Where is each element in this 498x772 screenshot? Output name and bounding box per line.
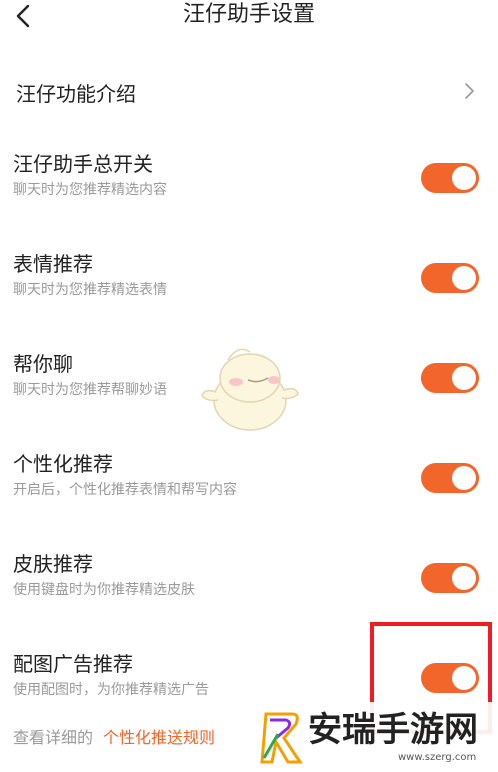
- setting-description: 聊天时为您推荐帮聊妙语: [13, 382, 167, 398]
- toggle-knob: [452, 466, 476, 490]
- footer-prefix: 查看详细的: [13, 728, 94, 747]
- personalized-rules-link[interactable]: 个性化推送规则: [103, 728, 215, 747]
- setting-description: 使用配图时，为你推荐精选广告: [13, 682, 209, 698]
- setting-row-skin-recommend: 皮肤推荐 使用键盘时为你推荐精选皮肤: [0, 550, 498, 610]
- setting-description: 开启后，个性化推荐表情和帮写内容: [13, 482, 237, 498]
- toggle-knob: [452, 266, 476, 290]
- watermark-text: 安瑞手游网: [308, 710, 478, 750]
- intro-label: 汪仔功能介绍: [16, 82, 136, 106]
- setting-description: 聊天时为您推荐精选内容: [13, 182, 167, 198]
- setting-label: 个性化推荐: [13, 452, 113, 476]
- setting-description: 使用键盘时为你推荐精选皮肤: [13, 582, 195, 598]
- watermark: 安瑞手游网 www.szerg.com: [250, 702, 498, 772]
- toggle-knob: [452, 566, 476, 590]
- setting-row-personalized: 个性化推荐 开启后，个性化推荐表情和帮写内容: [0, 450, 498, 510]
- chevron-right-icon: [465, 83, 474, 99]
- mascot-illustration: [201, 348, 299, 431]
- toggle-knob: [452, 166, 476, 190]
- header-bar: 汪仔助手设置: [0, 0, 498, 34]
- watermark-url: www.szerg.com: [398, 752, 477, 763]
- master-switch-toggle[interactable]: [421, 163, 479, 193]
- skin-recommend-toggle[interactable]: [421, 563, 479, 593]
- setting-label: 汪仔助手总开关: [13, 152, 153, 176]
- setting-label: 皮肤推荐: [13, 552, 93, 576]
- chat-helper-toggle[interactable]: [421, 363, 479, 393]
- page-title: 汪仔助手设置: [182, 2, 315, 27]
- setting-row-sticker-recommend: 表情推荐 聊天时为您推荐精选表情: [0, 250, 498, 310]
- setting-description: 聊天时为您推荐精选表情: [13, 282, 167, 298]
- site-logo-icon: [260, 712, 303, 764]
- sticker-recommend-toggle[interactable]: [421, 263, 479, 293]
- toggle-knob: [452, 366, 476, 390]
- personalized-recommend-toggle[interactable]: [421, 463, 479, 493]
- setting-label: 配图广告推荐: [13, 652, 133, 676]
- setting-row-master-switch: 汪仔助手总开关 聊天时为您推荐精选内容: [0, 150, 498, 210]
- footer-note: 查看详细的 个性化推送规则: [13, 727, 215, 749]
- setting-label: 表情推荐: [13, 252, 93, 276]
- setting-label: 帮你聊: [13, 352, 73, 376]
- intro-row[interactable]: 汪仔功能介绍: [0, 70, 498, 116]
